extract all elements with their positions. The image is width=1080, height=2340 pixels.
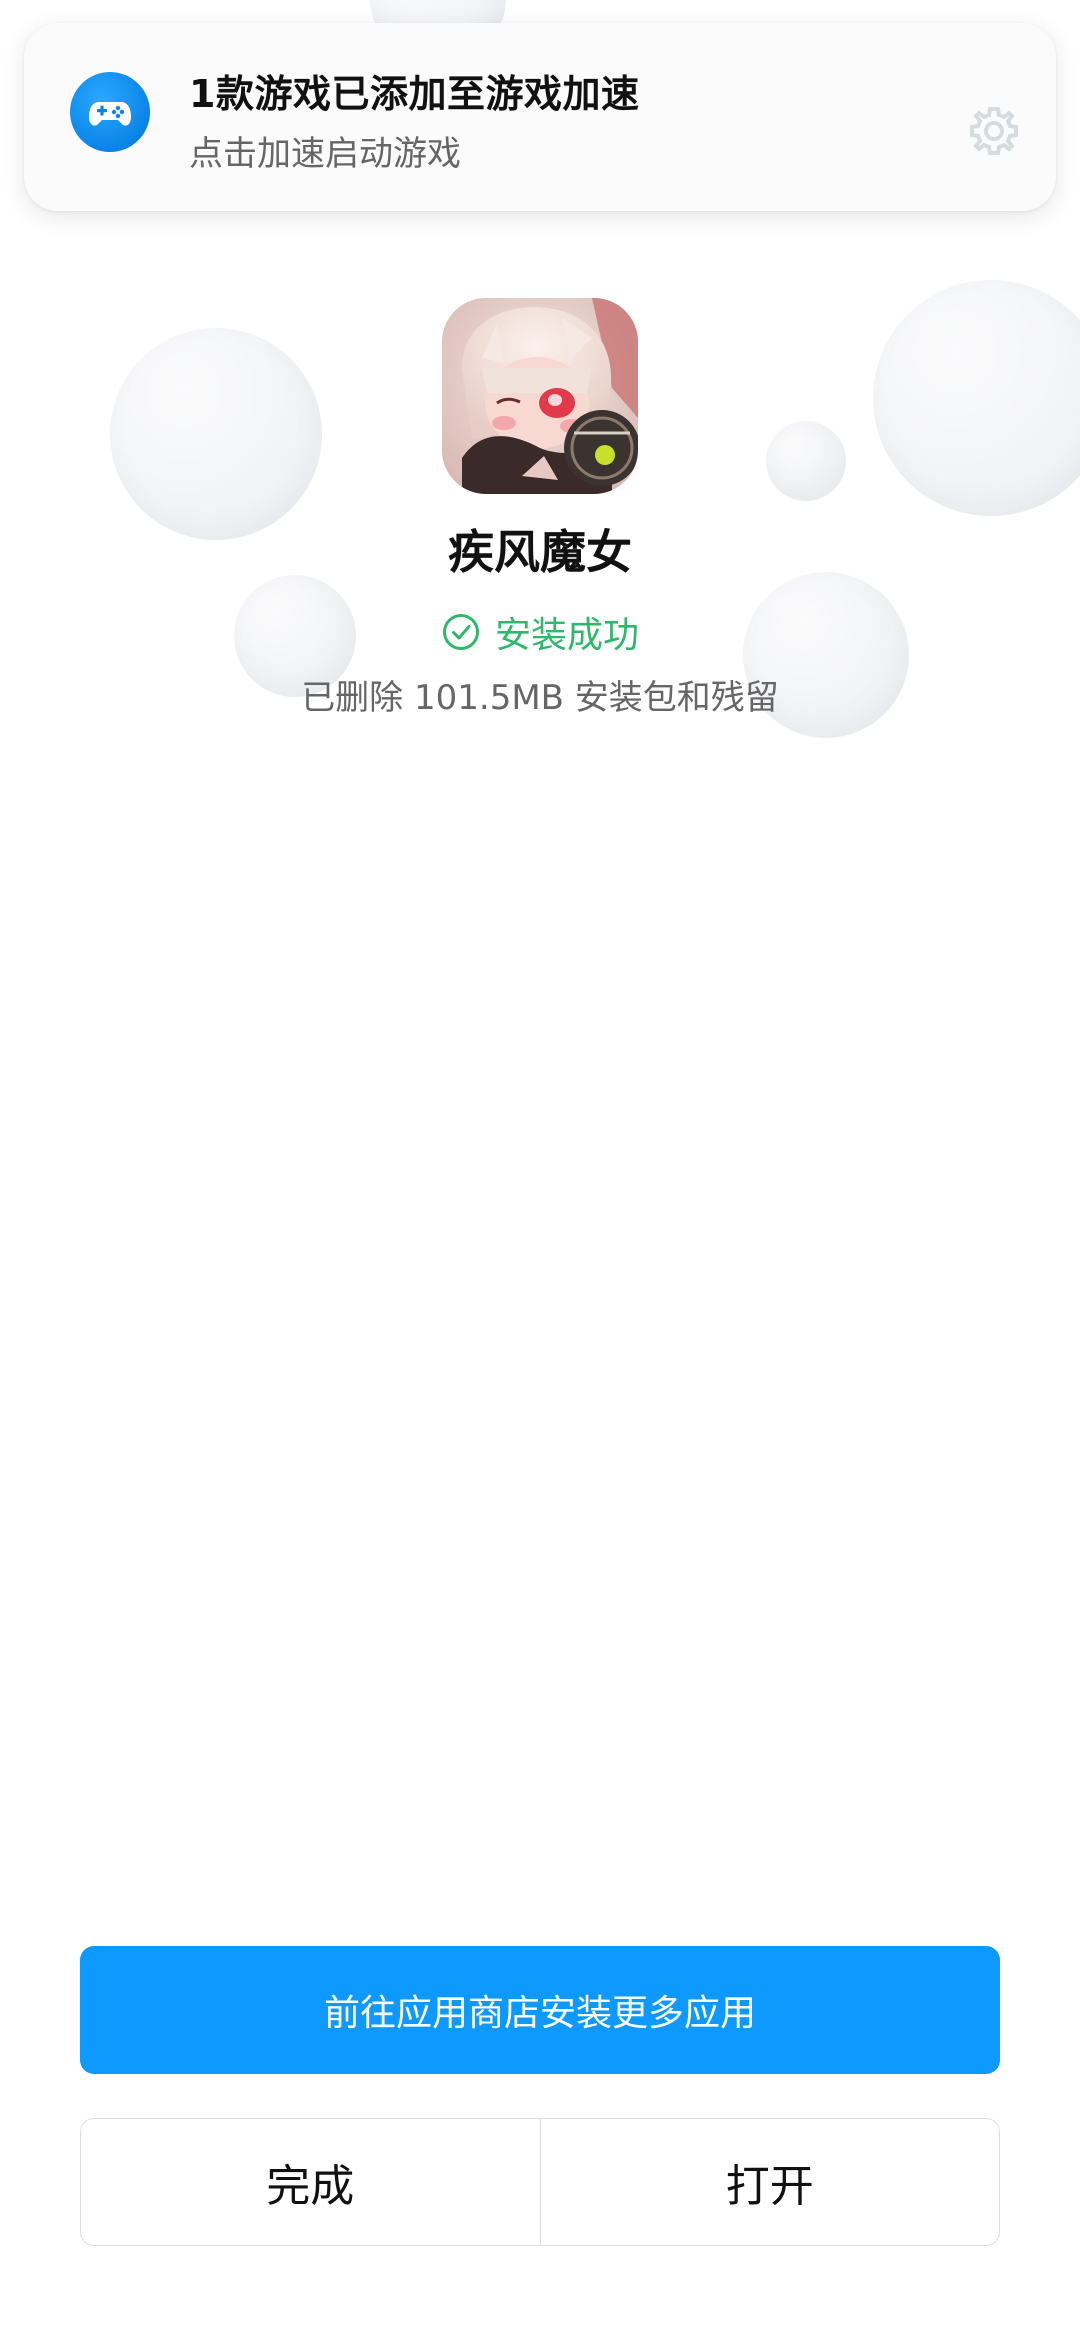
- check-circle-icon: [441, 612, 481, 652]
- gamepad-icon: [70, 72, 150, 152]
- gear-icon[interactable]: [966, 103, 1022, 159]
- open-button[interactable]: 打开: [541, 2119, 1000, 2245]
- decorative-bubble: [110, 328, 322, 540]
- notification-title: 1款游戏已添加至游戏加速: [189, 72, 640, 116]
- done-button[interactable]: 完成: [81, 2119, 540, 2245]
- game-boost-notification[interactable]: 1款游戏已添加至游戏加速 点击加速启动游戏: [24, 23, 1056, 211]
- cleanup-message: 已删除 101.5MB 安装包和残留: [301, 678, 779, 718]
- go-to-app-store-button[interactable]: 前往应用商店安装更多应用: [80, 1946, 1000, 2074]
- notification-subtitle: 点击加速启动游戏: [189, 134, 461, 174]
- app-name: 疾风魔女: [448, 525, 632, 579]
- install-status-text: 安装成功: [494, 615, 639, 656]
- decorative-bubble: [766, 421, 846, 501]
- action-buttons: 完成 打开: [80, 2118, 1000, 2246]
- game-app-icon: [442, 298, 638, 494]
- install-status: 安装成功: [0, 606, 1080, 658]
- install-complete-screen: 1款游戏已添加至游戏加速 点击加速启动游戏 疾风魔女 安装成功 已删除 101.…: [0, 0, 1080, 2340]
- decorative-bubble: [873, 280, 1080, 516]
